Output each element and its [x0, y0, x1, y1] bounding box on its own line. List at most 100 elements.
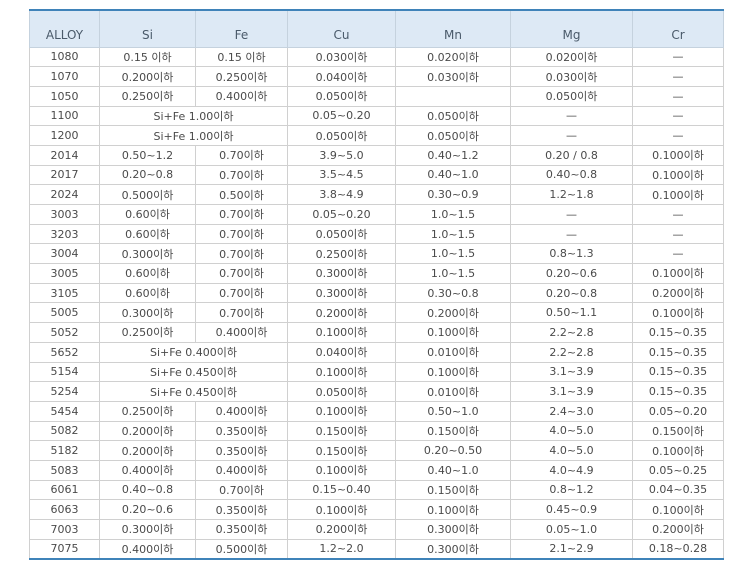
cell-fe: 0.350이하: [195, 499, 288, 520]
cell-mn: 0.50~1.0: [395, 400, 511, 422]
table-row: 2017 0.20~0.8 0.70이하 3.5~4.5 0.40~1.0 0.40~0.…: [29, 164, 724, 186]
cell-alloy: 2014: [29, 144, 100, 166]
cell-cr: 0.100이하: [632, 184, 724, 205]
cell-si-fe-combined: Si+Fe 0.400이하: [99, 341, 288, 363]
cell-mg: 0.05~1.0: [510, 519, 633, 540]
cell-mg: —: [510, 223, 633, 245]
header-alloy: ALLOY: [29, 9, 100, 48]
cell-si-fe-combined: Si+Fe 1.00이하: [99, 105, 288, 127]
cell-alloy: 3003: [29, 204, 100, 225]
cell-alloy: 3004: [29, 243, 100, 265]
cell-alloy: 5083: [29, 459, 100, 481]
table-row: 3203 0.60이하 0.70이하 0.050이하 1.0~1.5— —: [29, 223, 724, 245]
cell-cr: —: [632, 243, 724, 265]
table-row: 3003 0.60이하 0.70이하 0.05~0.20 1.0~1.5— —: [29, 204, 724, 225]
cell-mg: 0.050이하: [510, 85, 633, 107]
table-row: 7003 0.300이하 0.350이하 0.200이하 0.300이하 0.05~1.0…: [29, 519, 724, 540]
cell-si-fe-combined: Si+Fe 1.00이하: [99, 125, 288, 146]
cell-si: 0.60이하: [99, 263, 196, 284]
cell-cr: 0.100이하: [632, 263, 724, 284]
cell-alloy: 6061: [29, 479, 100, 501]
cell-fe: 0.250이하: [195, 66, 288, 87]
cell-cr: 0.15~0.35: [632, 341, 724, 363]
header-cr: Cr: [632, 9, 724, 48]
cell-fe: 0.500이하: [195, 538, 288, 560]
table-row: 6061 0.40~0.8 0.70이하 0.15~0.40 0.150이하 0.8~1.…: [29, 479, 724, 501]
cell-cr: —: [632, 204, 724, 225]
cell-cr: 0.100이하: [632, 499, 724, 520]
cell-mg: 2.2~2.8: [510, 341, 633, 363]
cell-mg: 2.2~2.8: [510, 322, 633, 343]
table-row: 1080 0.15 이하 0.15 이하 0.030이하 0.020이하 0.020이하 —: [29, 46, 724, 68]
table-row: 1100 Si+Fe 1.00이하 0.05~0.20 0.050이하 — —: [29, 105, 724, 127]
cell-mn: 0.010이하: [395, 381, 511, 402]
cell-alloy: 3105: [29, 282, 100, 304]
cell-cu: 0.100이하: [287, 459, 396, 481]
cell-fe: 0.70이하: [195, 479, 288, 501]
cell-mg: 3.1~3.9: [510, 381, 633, 402]
table-row: 3004 0.300이하 0.70이하 0.250이하 1.0~1.5 0.8~1.3—: [29, 243, 724, 265]
table-row: 6063 0.20~0.6 0.350이하 0.100이하 0.100이하 0.45~0.…: [29, 499, 724, 520]
cell-cu: 0.150이하: [287, 440, 396, 461]
cell-fe: 0.70이하: [195, 282, 288, 304]
cell-si: 0.200이하: [99, 66, 196, 87]
cell-alloy: 1070: [29, 66, 100, 87]
cell-mg: 1.2~1.8: [510, 184, 633, 205]
cell-mn: 0.40~1.2: [395, 144, 511, 166]
cell-si-fe-combined: Si+Fe 0.450이하: [99, 361, 288, 383]
cell-mg: 0.8~1.2: [510, 479, 633, 501]
cell-mn: 0.40~1.0: [395, 164, 511, 186]
header-mg: Mg: [510, 9, 633, 48]
cell-mg: 3.1~3.9: [510, 361, 633, 383]
cell-alloy: 5154: [29, 361, 100, 383]
cell-mg: 4.0~5.0: [510, 420, 633, 442]
cell-fe: 0.70이하: [195, 223, 288, 245]
table-row: 5082 0.200이하 0.350이하 0.150이하 0.150이하 4.0~5.0 0…: [29, 420, 724, 442]
cell-alloy: 3203: [29, 223, 100, 245]
cell-mn: 0.020이하: [395, 46, 511, 68]
cell-mn: 0.050이하: [395, 105, 511, 127]
cell-mn: 0.050이하: [395, 125, 511, 146]
cell-cu: 0.250이하: [287, 243, 396, 265]
cell-cr: 0.100이하: [632, 440, 724, 461]
cell-cr: 0.100이하: [632, 302, 724, 324]
cell-fe: 0.400이하: [195, 85, 288, 107]
table-row: 7075 0.400이하 0.500이하 1.2~2.0 0.300이하 2.1~2.9 0…: [29, 538, 724, 560]
cell-mg: —: [510, 125, 633, 146]
cell-cr: —: [632, 66, 724, 87]
table-row: 5005 0.300이하 0.70이하 0.200이하 0.200이하 0.50~1.1 0…: [29, 302, 724, 324]
cell-cr: 0.15~0.35: [632, 361, 724, 383]
cell-si: 0.250이하: [99, 322, 196, 343]
cell-alloy: 6063: [29, 499, 100, 520]
cell-fe: 0.350이하: [195, 420, 288, 442]
cell-fe: 0.350이하: [195, 519, 288, 540]
cell-si: 0.250이하: [99, 85, 196, 107]
cell-fe: 0.70이하: [195, 144, 288, 166]
cell-mn: 0.40~1.0: [395, 459, 511, 481]
table-row: 2024 0.500이하 0.50이하 3.8~4.9 0.30~0.9 1.2~1.8 0…: [29, 184, 724, 205]
table-row: 3105 0.60이하 0.70이하 0.300이하 0.30~0.8 0.20~0.8 0…: [29, 282, 724, 304]
cell-mg: 2.4~3.0: [510, 400, 633, 422]
cell-si: 0.250이하: [99, 400, 196, 422]
cell-cu: 3.9~5.0: [287, 144, 396, 166]
cell-alloy: 5082: [29, 420, 100, 442]
table-row: 1200 Si+Fe 1.00이하 0.050이하 0.050이하 — —: [29, 125, 724, 146]
cell-mn: 0.20~0.50: [395, 440, 511, 461]
cell-cu: 0.100이하: [287, 361, 396, 383]
cell-mn: 0.100이하: [395, 361, 511, 383]
cell-cu: 0.050이하: [287, 381, 396, 402]
cell-cr: 0.100이하: [632, 144, 724, 166]
cell-cu: 3.5~4.5: [287, 164, 396, 186]
cell-alloy: 7075: [29, 538, 100, 560]
cell-alloy: 7003: [29, 519, 100, 540]
header-mn: Mn: [395, 9, 511, 48]
cell-cr: 0.200이하: [632, 519, 724, 540]
cell-mn: 0.100이하: [395, 322, 511, 343]
cell-alloy: 5652: [29, 341, 100, 363]
cell-cr: 0.05~0.20: [632, 400, 724, 422]
header-cu: Cu: [287, 9, 396, 48]
cell-mg: 0.45~0.9: [510, 499, 633, 520]
cell-alloy: 5052: [29, 322, 100, 343]
cell-cu: 0.200이하: [287, 302, 396, 324]
cell-fe: 0.50이하: [195, 184, 288, 205]
